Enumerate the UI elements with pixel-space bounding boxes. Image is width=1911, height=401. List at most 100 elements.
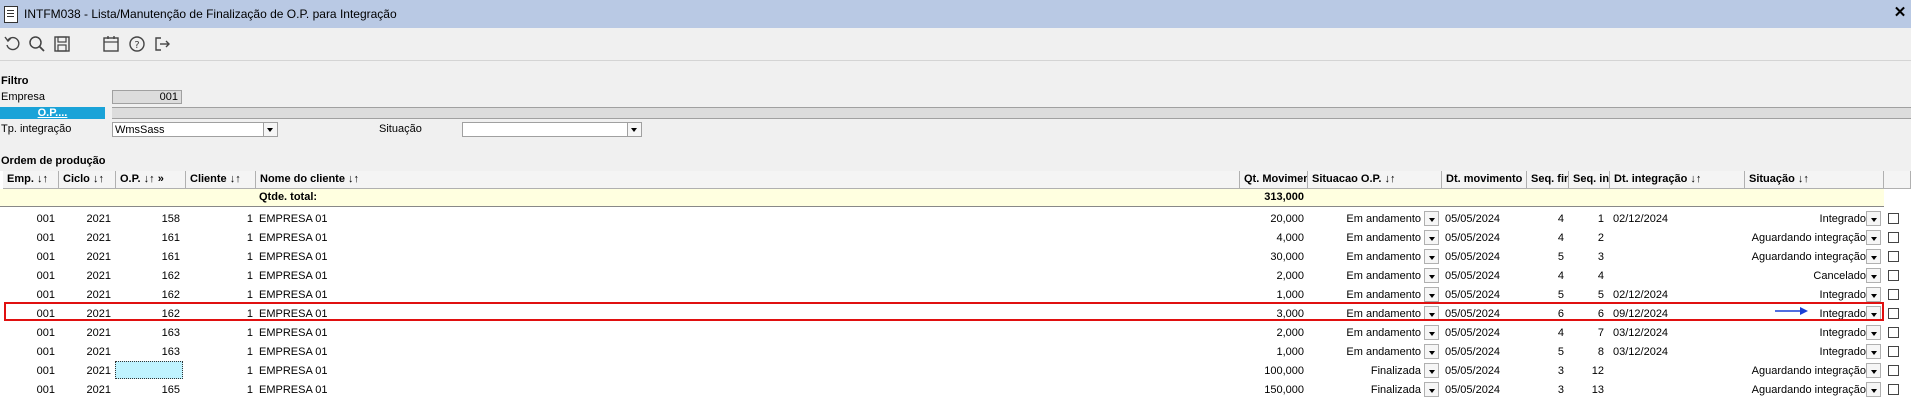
cell-situacao: Integrado bbox=[1819, 327, 1866, 339]
cell-dt-movimento: 05/05/2024 bbox=[1445, 346, 1501, 358]
situacao-op-dropdown[interactable] bbox=[1424, 325, 1439, 340]
col-header-situacao[interactable]: Situação ↓↑ bbox=[1745, 171, 1884, 189]
situacao-op-dropdown[interactable] bbox=[1424, 344, 1439, 359]
table-row[interactable]: 001 2021 163 1 EMPRESA 01 1,000 Em andamento 05… bbox=[0, 343, 1911, 362]
chevron-down-icon[interactable] bbox=[627, 123, 641, 136]
table-row[interactable]: 00120211641EMPRESA 01100,000Finalizada05… bbox=[0, 362, 1911, 381]
col-header-sit-op[interactable]: Situacao O.P. ↓↑ bbox=[1308, 171, 1442, 189]
situacao-op-dropdown[interactable] bbox=[1424, 287, 1439, 302]
situacao-dropdown[interactable] bbox=[1866, 249, 1881, 264]
situacao-dropdown[interactable] bbox=[1866, 325, 1881, 340]
col-header-select bbox=[1884, 171, 1911, 189]
cell-seq-int: 1 bbox=[1597, 213, 1604, 225]
col-header-dt-mov[interactable]: Dt. movimento bbox=[1442, 171, 1527, 189]
col-header-cliente[interactable]: Cliente ↓↑ bbox=[186, 171, 256, 189]
col-header-qt[interactable]: Qt. Movimen bbox=[1240, 171, 1308, 189]
row-select-checkbox[interactable] bbox=[1888, 384, 1899, 395]
cell-cliente: 1 bbox=[246, 346, 253, 358]
cell-situacao-op: Finalizada bbox=[1370, 384, 1421, 396]
situacao-op-dropdown[interactable] bbox=[1424, 230, 1439, 245]
cell-situacao-op: Em andamento bbox=[1346, 289, 1421, 301]
situacao-dropdown[interactable] bbox=[1866, 306, 1881, 321]
table-row[interactable]: 001 2021 161 1 EMPRESA 01 4,000 Em andamento 05… bbox=[0, 229, 1911, 248]
total-label: Qtde. total: bbox=[259, 191, 318, 203]
cell-cliente: 1 bbox=[246, 270, 253, 282]
cell-nome: EMPRESA 01 bbox=[259, 308, 328, 320]
row-select-checkbox[interactable] bbox=[1888, 327, 1899, 338]
table-row[interactable]: 001 2021 162 1 EMPRESA 01 1,000 Em andamento 05… bbox=[0, 286, 1911, 305]
col-header-op[interactable]: O.P. ↓↑ » bbox=[116, 171, 186, 189]
row-select-checkbox[interactable] bbox=[1888, 251, 1899, 262]
situacao-op-dropdown[interactable] bbox=[1424, 268, 1439, 283]
situacao-dropdown[interactable] bbox=[1866, 230, 1881, 245]
situacao-op-dropdown[interactable] bbox=[1424, 382, 1439, 397]
col-header-ciclo[interactable]: Ciclo ↓↑ bbox=[59, 171, 116, 189]
situacao-op-dropdown[interactable] bbox=[1424, 363, 1439, 378]
cell-nome: EMPRESA 01 bbox=[259, 327, 328, 339]
help-icon[interactable]: ? bbox=[127, 34, 147, 54]
table-row[interactable]: 001 2021 165 1 EMPRESA 01 150,000 Finalizada 05… bbox=[0, 381, 1911, 400]
col-header-seq-fin[interactable]: Seq. fin bbox=[1527, 171, 1569, 189]
situacao-dropdown[interactable] bbox=[1866, 382, 1881, 397]
row-select-checkbox[interactable] bbox=[1888, 365, 1899, 376]
col-header-nome[interactable]: Nome do cliente ↓↑ bbox=[256, 171, 1240, 189]
situacao-filter-select[interactable] bbox=[462, 122, 642, 137]
row-select-checkbox[interactable] bbox=[1888, 289, 1899, 300]
cell-seq-int: 13 bbox=[1591, 384, 1604, 396]
tp-integracao-select[interactable]: WmsSass bbox=[112, 122, 278, 137]
situacao-op-dropdown[interactable] bbox=[1424, 249, 1439, 264]
cell-seq-int: 5 bbox=[1597, 289, 1604, 301]
close-button[interactable]: ✕ bbox=[1892, 5, 1908, 21]
cell-nome: EMPRESA 01 bbox=[259, 213, 328, 225]
row-select-checkbox[interactable] bbox=[1888, 346, 1899, 357]
situacao-dropdown[interactable] bbox=[1866, 344, 1881, 359]
col-header-emp[interactable]: Emp. ↓↑ bbox=[3, 171, 59, 189]
cell-nome: EMPRESA 01 bbox=[259, 232, 328, 244]
cell-cliente: 1 bbox=[246, 308, 253, 320]
situacao-op-dropdown[interactable] bbox=[1424, 211, 1439, 226]
cell-op: 163 bbox=[161, 346, 180, 358]
calendar-icon[interactable] bbox=[101, 34, 121, 54]
cell-nome: EMPRESA 01 bbox=[259, 289, 328, 301]
cell-dt-integracao: 02/12/2024 bbox=[1613, 213, 1669, 225]
cell-situacao-op: Em andamento bbox=[1346, 308, 1421, 320]
table-row[interactable]: 001 2021 163 1 EMPRESA 01 2,000 Em andamento 05… bbox=[0, 324, 1911, 343]
op-button[interactable]: O.P.... bbox=[0, 107, 105, 119]
cell-seq-int: 7 bbox=[1597, 327, 1604, 339]
cell-situacao: Aguardando integração bbox=[1751, 365, 1866, 377]
empresa-field: 001 bbox=[112, 90, 182, 104]
col-header-dt-int[interactable]: Dt. integração ↓↑ bbox=[1610, 171, 1745, 189]
table-row[interactable]: 001 2021 162 1 EMPRESA 01 2,000 Em andamento 05… bbox=[0, 267, 1911, 286]
cell-cliente: 1 bbox=[246, 251, 253, 263]
cell-ciclo: 2021 bbox=[86, 251, 111, 263]
refresh-icon[interactable] bbox=[3, 34, 23, 54]
situacao-op-dropdown[interactable] bbox=[1424, 306, 1439, 321]
situacao-dropdown[interactable] bbox=[1866, 363, 1881, 378]
cell-op: 158 bbox=[161, 213, 180, 225]
row-select-checkbox[interactable] bbox=[1888, 213, 1899, 224]
situacao-dropdown[interactable] bbox=[1866, 268, 1881, 283]
search-icon[interactable] bbox=[27, 34, 47, 54]
cell-dt-integracao: 02/12/2024 bbox=[1613, 289, 1669, 301]
table-row[interactable]: 001 2021 161 1 EMPRESA 01 30,000 Em andamento 0… bbox=[0, 248, 1911, 267]
chevron-down-icon[interactable] bbox=[263, 123, 277, 136]
cell-nome: EMPRESA 01 bbox=[259, 346, 328, 358]
save-icon[interactable] bbox=[52, 34, 72, 54]
cell-cliente: 1 bbox=[246, 289, 253, 301]
cell-dt-integracao: 03/12/2024 bbox=[1613, 327, 1669, 339]
cell-seq-int: 12 bbox=[1591, 365, 1604, 377]
situacao-dropdown[interactable] bbox=[1866, 287, 1881, 302]
row-select-checkbox[interactable] bbox=[1888, 232, 1899, 243]
cell-ciclo: 2021 bbox=[86, 270, 111, 282]
table-row[interactable]: 001 2021 162 1 EMPRESA 01 3,000 Em andamento 05… bbox=[0, 305, 1911, 324]
row-select-checkbox[interactable] bbox=[1888, 270, 1899, 281]
table-row[interactable]: 001 2021 158 1 EMPRESA 01 20,000 Em andamento 0… bbox=[0, 210, 1911, 229]
exit-icon[interactable] bbox=[152, 34, 172, 54]
row-select-checkbox[interactable] bbox=[1888, 308, 1899, 319]
col-header-seq-int[interactable]: Seq. int bbox=[1569, 171, 1610, 189]
situacao-dropdown[interactable] bbox=[1866, 211, 1881, 226]
cell-situacao: Aguardando integração bbox=[1751, 384, 1866, 396]
cell-qt: 1,000 bbox=[1276, 289, 1304, 301]
title-bar: INTFM038 - Lista/Manutenção de Finalizaç… bbox=[0, 0, 1911, 28]
cell-situacao: Integrado bbox=[1819, 213, 1866, 225]
